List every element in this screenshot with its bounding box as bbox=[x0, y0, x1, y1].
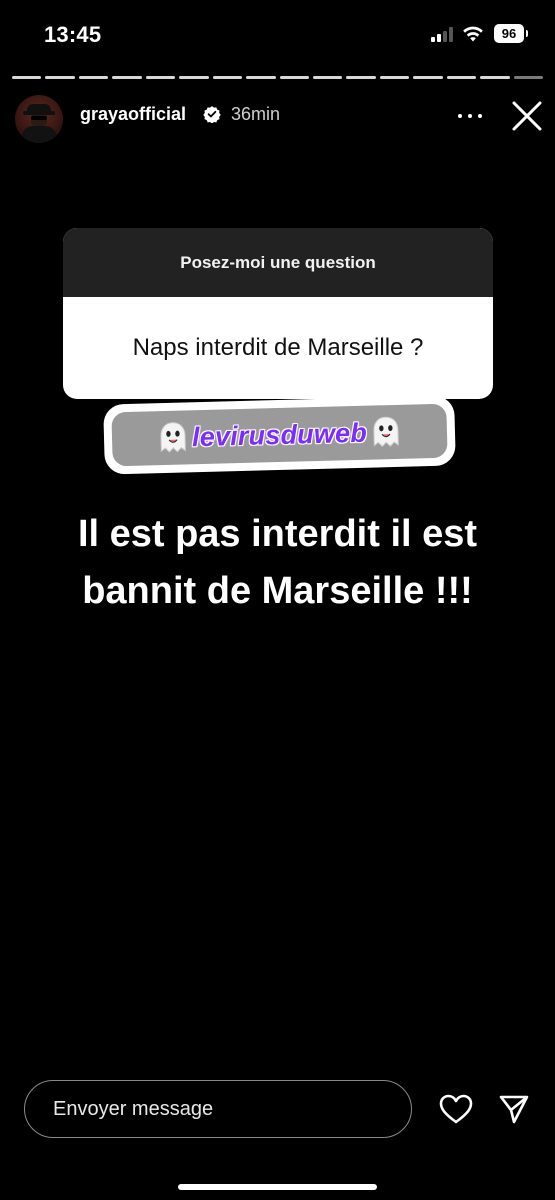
wifi-icon bbox=[463, 26, 483, 42]
progress-segment bbox=[312, 76, 343, 79]
progress-segment bbox=[12, 76, 42, 79]
send-icon[interactable] bbox=[498, 1093, 530, 1125]
progress-segment bbox=[513, 76, 543, 79]
close-icon[interactable] bbox=[510, 99, 544, 133]
avatar[interactable] bbox=[15, 95, 63, 143]
progress-segment bbox=[179, 76, 209, 79]
question-prompt: Posez-moi une question bbox=[63, 228, 493, 297]
status-bar: 13:45 96 bbox=[0, 0, 555, 70]
mention-sticker[interactable]: levirusduweb bbox=[103, 395, 456, 475]
progress-segment bbox=[279, 76, 309, 79]
username[interactable]: grayaofficial bbox=[80, 104, 186, 125]
mention-handle: levirusduweb bbox=[191, 417, 368, 452]
story-timestamp: 36min bbox=[231, 104, 281, 124]
question-sticker[interactable]: Posez-moi une question Naps interdit de … bbox=[63, 228, 493, 399]
caption-line-2: bannit de Marseille !!! bbox=[82, 570, 473, 612]
progress-segment bbox=[78, 76, 109, 79]
progress-segment bbox=[212, 76, 243, 79]
progress-segment bbox=[413, 76, 443, 79]
progress-segment bbox=[145, 76, 176, 79]
cellular-signal-icon bbox=[431, 26, 457, 42]
question-answer: Naps interdit de Marseille ? bbox=[132, 334, 424, 361]
progress-segment bbox=[346, 76, 376, 79]
reply-placeholder: Envoyer message bbox=[53, 1098, 214, 1120]
story-header: grayaofficial 36min bbox=[0, 88, 555, 144]
story-progress-bar bbox=[12, 76, 543, 79]
more-options-icon[interactable] bbox=[456, 106, 484, 126]
ghost-icon bbox=[373, 416, 399, 448]
progress-segment bbox=[112, 76, 142, 79]
verified-badge-icon bbox=[203, 106, 221, 123]
home-indicator bbox=[178, 1184, 377, 1190]
battery-indicator: 96 bbox=[494, 24, 528, 43]
progress-segment bbox=[446, 76, 477, 79]
status-time: 13:45 bbox=[44, 22, 102, 47]
progress-segment bbox=[45, 76, 75, 79]
progress-segment bbox=[379, 76, 410, 79]
ghost-icon bbox=[160, 422, 186, 453]
progress-segment bbox=[480, 76, 510, 79]
reply-message-input[interactable]: Envoyer message bbox=[24, 1080, 412, 1138]
story-caption: Il est pas interdit il est bannit de Mar… bbox=[20, 506, 535, 620]
heart-icon[interactable] bbox=[439, 1094, 473, 1124]
caption-line-1: Il est pas interdit il est bbox=[77, 513, 478, 555]
progress-segment bbox=[246, 76, 276, 79]
